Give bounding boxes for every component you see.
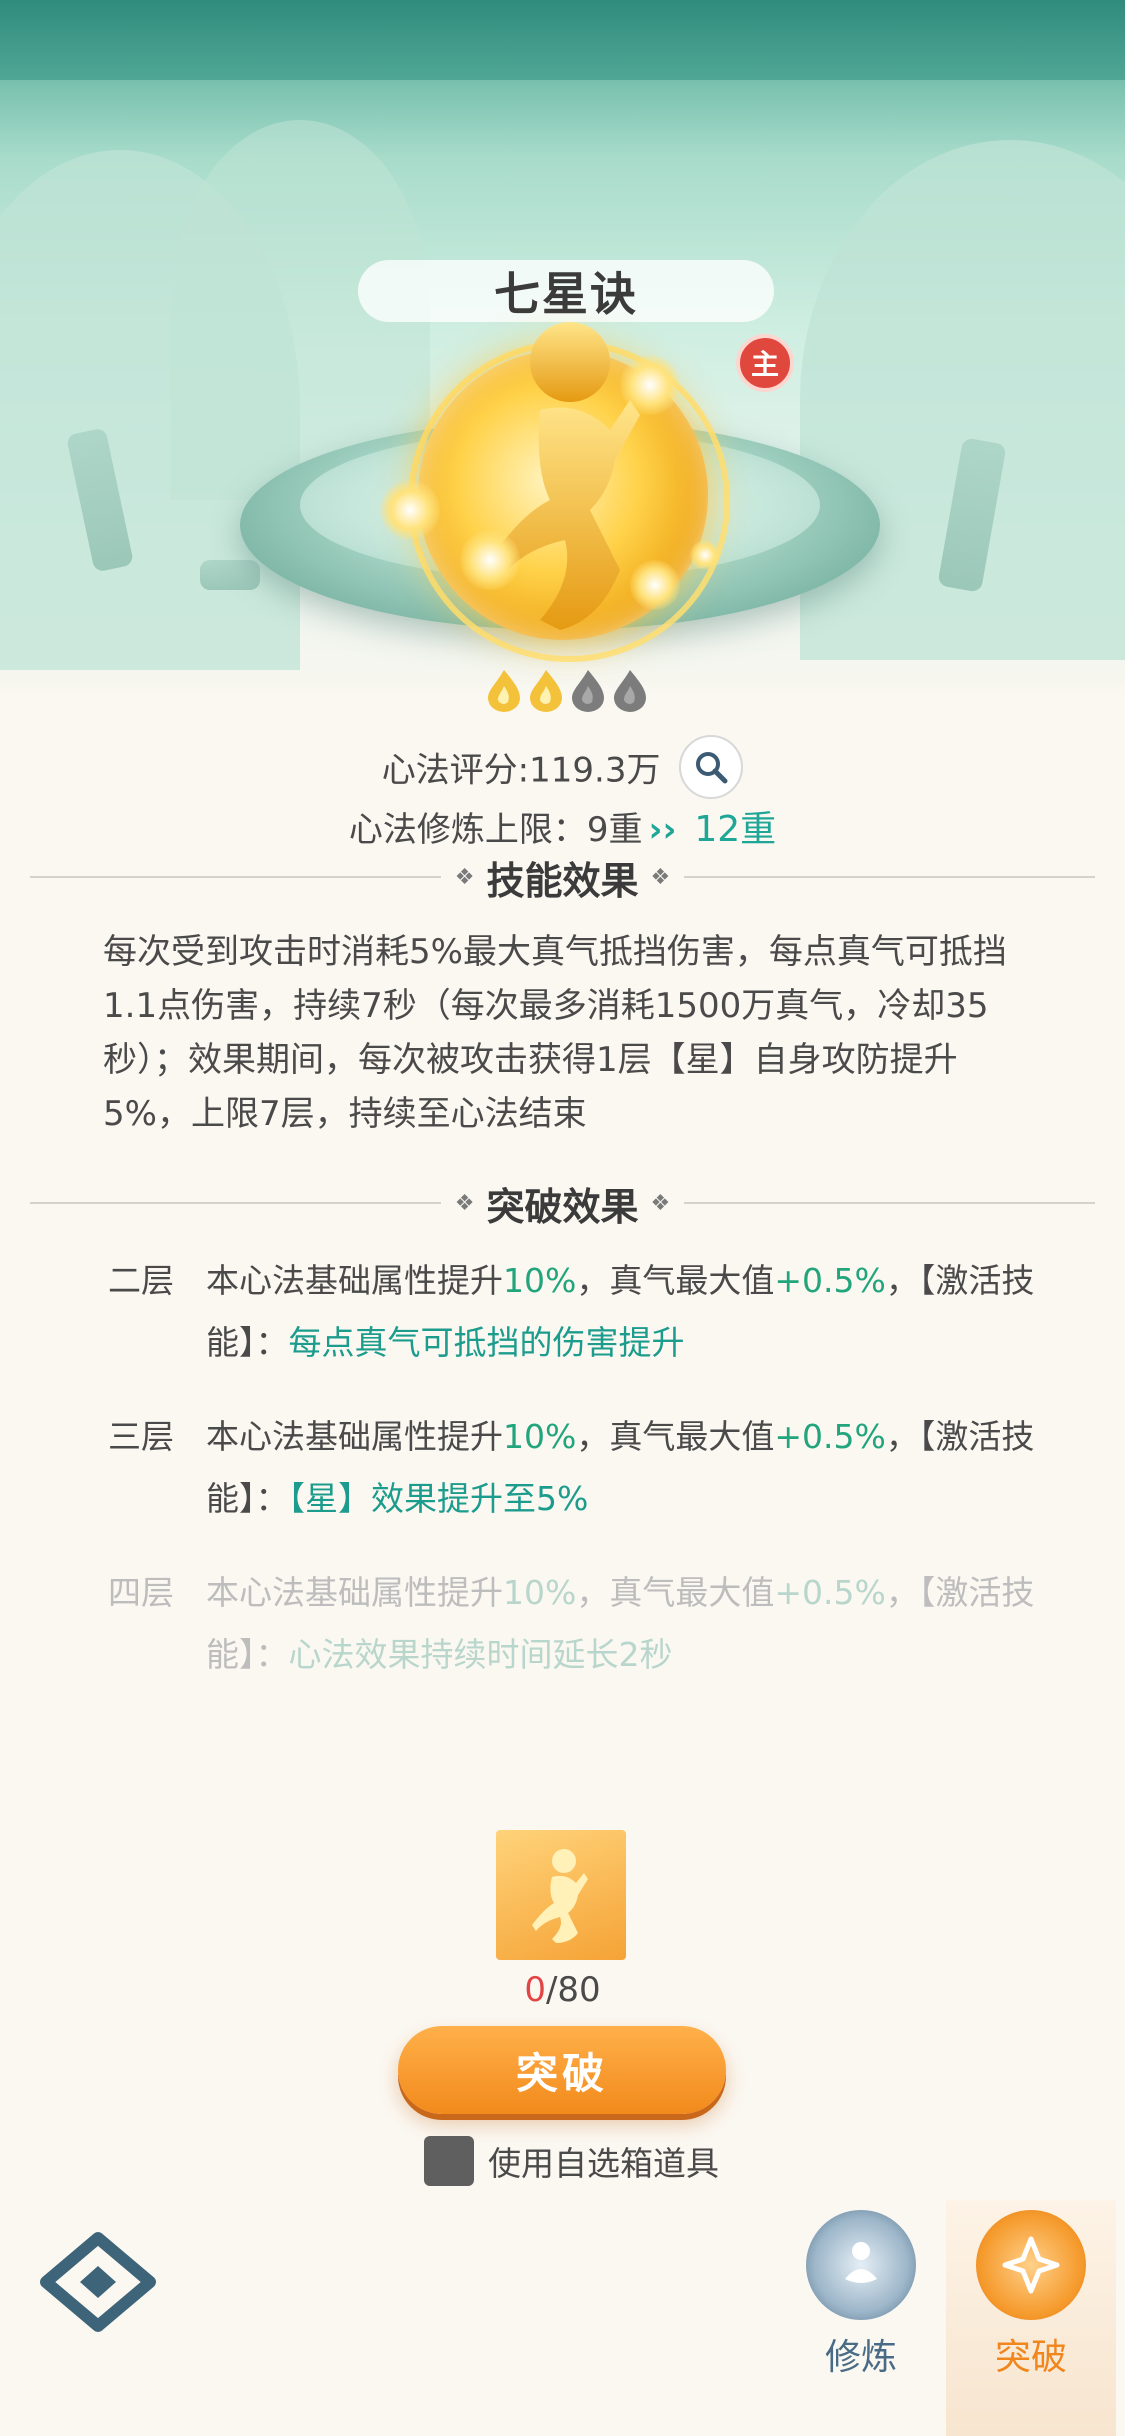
effect-value: 10%: [503, 1261, 577, 1300]
effect-text: 本心法基础属性提升: [206, 1261, 503, 1300]
main-badge: 主: [736, 334, 794, 392]
breakthrough-effect-header: ❖ 突破效果 ❖: [0, 1178, 1125, 1229]
effect-value: +0.5%: [774, 1573, 886, 1612]
sparkle: [690, 540, 720, 570]
diamond-icon: ❖: [650, 864, 671, 890]
divider: [684, 1202, 1096, 1204]
diamond-icon: ❖: [454, 864, 475, 890]
ruin-stone: [200, 560, 260, 590]
checkbox[interactable]: [424, 2136, 474, 2186]
use-selector-box-option[interactable]: 使用自选箱道具: [424, 2136, 719, 2186]
effect-text: 本心法基础属性提升: [206, 1417, 503, 1456]
activated-skill: 心法效果持续时间延长2秒: [288, 1635, 673, 1674]
count-have: 0: [524, 1970, 546, 2010]
diamond-icon: ❖: [454, 1190, 475, 1216]
effect-text: ，真气最大值: [576, 1417, 775, 1456]
search-icon: [696, 752, 728, 784]
top-bar: [0, 0, 1125, 80]
limit-label: 心法修炼上限：: [348, 810, 587, 850]
sparkle: [380, 480, 440, 540]
flame-empty-icon: [614, 670, 646, 712]
sparkle: [630, 560, 680, 610]
skill-title: 七星诀: [358, 260, 774, 322]
tab-cultivate[interactable]: 修炼: [776, 2200, 946, 2436]
divider: [30, 1202, 441, 1204]
divider: [30, 876, 441, 878]
cultivation-limit: 心法修炼上限：9重 ›› 12重: [0, 800, 1125, 852]
checkbox-label: 使用自选箱道具: [488, 2144, 719, 2183]
tab-breakthrough[interactable]: 突破: [946, 2200, 1116, 2436]
section-title: 技能效果: [486, 858, 639, 903]
effect-text: ，真气最大值: [576, 1573, 775, 1612]
level-label: 三层: [108, 1417, 174, 1456]
activated-skill: 每点真气可抵挡的伤害提升: [288, 1323, 685, 1362]
sparkle: [620, 355, 680, 415]
effect-value: 10%: [503, 1417, 577, 1456]
tab-label: 修炼: [824, 2337, 897, 2378]
material-count: 0/80: [0, 1970, 1125, 2010]
effect-text: ，真气最大值: [576, 1261, 775, 1300]
effect-value: +0.5%: [774, 1417, 886, 1456]
flame-empty-icon: [572, 670, 604, 712]
activated-skill: 【星】效果提升至5%: [288, 1479, 589, 1518]
effect-value: +0.5%: [774, 1261, 886, 1300]
menu-diamond-icon[interactable]: [38, 2232, 158, 2332]
limit-next: 12重: [694, 809, 777, 850]
skill-score: 心法评分:119.3万: [0, 735, 1125, 799]
breakthrough-icon: [976, 2210, 1086, 2320]
breakthrough-level-4: 四层 本心法基础属性提升10%，真气最大值+0.5%，【激活技能】：心法效果持续…: [108, 1562, 1088, 1686]
tab-label: 突破: [994, 2337, 1067, 2378]
breakthrough-level-2: 二层 本心法基础属性提升10%，真气最大值+0.5%，【激活技能】：每点真气可抵…: [108, 1250, 1088, 1374]
skill-description: 每次受到攻击时消耗5%最大真气抵挡伤害，每点真气可抵挡1.1点伤害，持续7秒（每…: [103, 932, 1007, 1134]
level-label: 四层: [108, 1573, 174, 1612]
sparkle: [460, 530, 520, 590]
effect-value: 10%: [503, 1573, 577, 1612]
flame-filled-icon: [488, 670, 520, 712]
skill-effect-header: ❖ 技能效果 ❖: [0, 852, 1125, 903]
count-need: /80: [545, 1970, 601, 2010]
material-item[interactable]: [496, 1830, 626, 1960]
divider: [684, 876, 1096, 878]
double-chevron-icon: ››: [648, 810, 689, 850]
search-button[interactable]: [679, 735, 744, 799]
breakthrough-level-3: 三层 本心法基础属性提升10%，真气最大值+0.5%，【激活技能】：【星】效果提…: [108, 1406, 1088, 1530]
effect-text: 本心法基础属性提升: [206, 1573, 503, 1612]
score-label: 心法评分:119.3万: [381, 750, 661, 791]
level-label: 二层: [108, 1261, 174, 1300]
section-title: 突破效果: [486, 1184, 639, 1229]
limit-current: 9重: [586, 810, 643, 850]
meditation-icon: [806, 2210, 916, 2320]
diamond-icon: ❖: [650, 1190, 671, 1216]
flame-filled-icon: [530, 670, 562, 712]
star-rating: [486, 668, 648, 712]
figure-token-icon: [532, 1849, 588, 1943]
breakthrough-button[interactable]: 突破: [398, 2026, 726, 2114]
